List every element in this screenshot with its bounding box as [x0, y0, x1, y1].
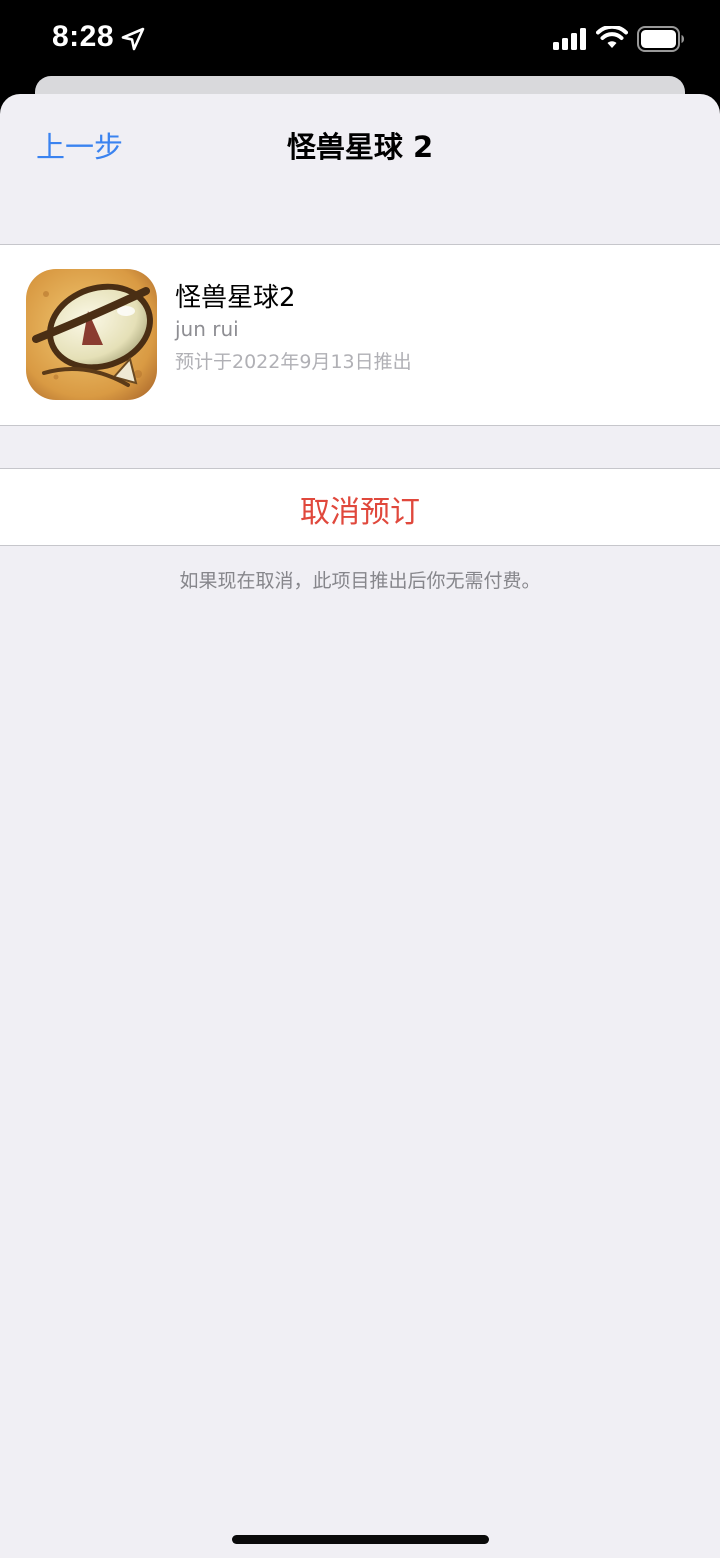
- back-button[interactable]: 上一步: [36, 124, 123, 166]
- monster-app-icon: [26, 269, 157, 400]
- status-time: 8:28: [52, 20, 115, 53]
- location-arrow-icon: [121, 27, 145, 51]
- preorder-sheet: 怪兽星球 2 上一步 怪兽星球2 jun rui 预计于2022年9月13日推出…: [0, 94, 720, 1558]
- app-developer: jun rui: [175, 317, 239, 341]
- cancel-footnote: 如果现在取消，此项目推出后你无需付费。: [179, 570, 541, 592]
- app-info-row: 怪兽星球2 jun rui 预计于2022年9月13日推出: [0, 244, 720, 426]
- cancel-preorder-button[interactable]: 取消预订: [0, 468, 720, 546]
- cancel-preorder-label: 取消预订: [300, 495, 420, 530]
- cellular-signal-icon: [553, 28, 586, 50]
- app-name: 怪兽星球2: [175, 283, 296, 313]
- release-date-note: 预计于2022年9月13日推出: [175, 351, 412, 373]
- home-indicator[interactable]: [232, 1535, 489, 1544]
- battery-icon: [637, 26, 684, 52]
- status-bar: 8:28: [0, 0, 720, 80]
- wifi-icon: [596, 26, 628, 48]
